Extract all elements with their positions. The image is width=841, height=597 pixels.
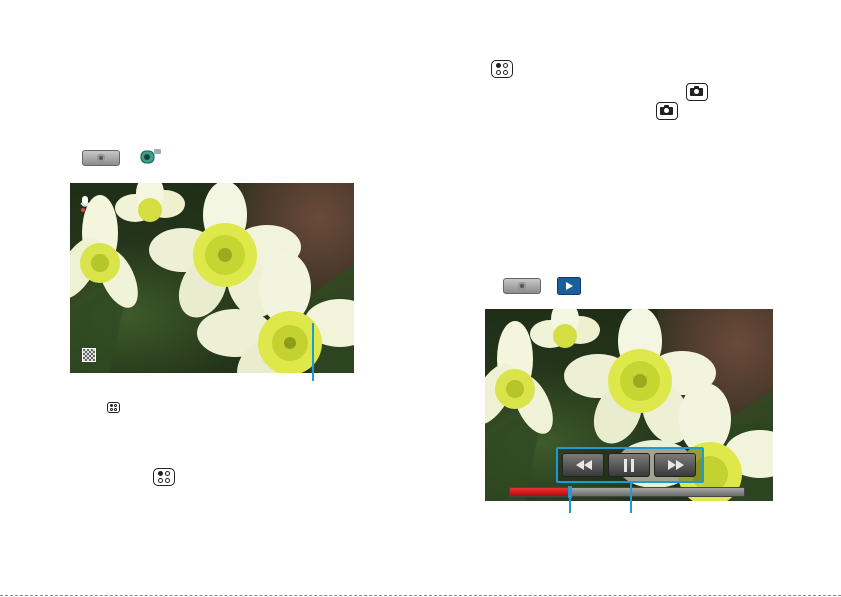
microphone-icon	[80, 196, 90, 212]
menu-key-icon	[491, 60, 513, 78]
rewind-icon	[576, 460, 592, 470]
rewind-button[interactable]	[562, 453, 604, 477]
progress-fill	[510, 488, 569, 496]
fast-forward-icon	[668, 460, 684, 470]
video-player-photo	[485, 309, 773, 501]
home-button-icon	[82, 150, 120, 166]
callout-line	[312, 323, 314, 381]
menu-key-icon	[107, 402, 120, 413]
menu-key-icon	[153, 468, 175, 486]
thumbnail-icon[interactable]	[82, 348, 96, 362]
progress-bar[interactable]	[509, 486, 745, 498]
home-button-icon	[503, 278, 541, 294]
pause-icon	[624, 459, 634, 472]
callout-line	[630, 482, 632, 513]
play-icon	[557, 277, 581, 295]
daffodil-flower	[530, 309, 600, 348]
playback-controls	[556, 447, 704, 483]
fast-forward-button[interactable]	[654, 453, 696, 477]
daffodil-flower	[115, 183, 185, 222]
pause-button[interactable]	[608, 453, 650, 477]
page-bottom-divider	[0, 595, 841, 596]
callout-line	[569, 497, 571, 513]
camera-key-icon	[656, 102, 678, 120]
camera-key-icon	[686, 83, 708, 101]
camcorder-icon	[140, 149, 161, 164]
